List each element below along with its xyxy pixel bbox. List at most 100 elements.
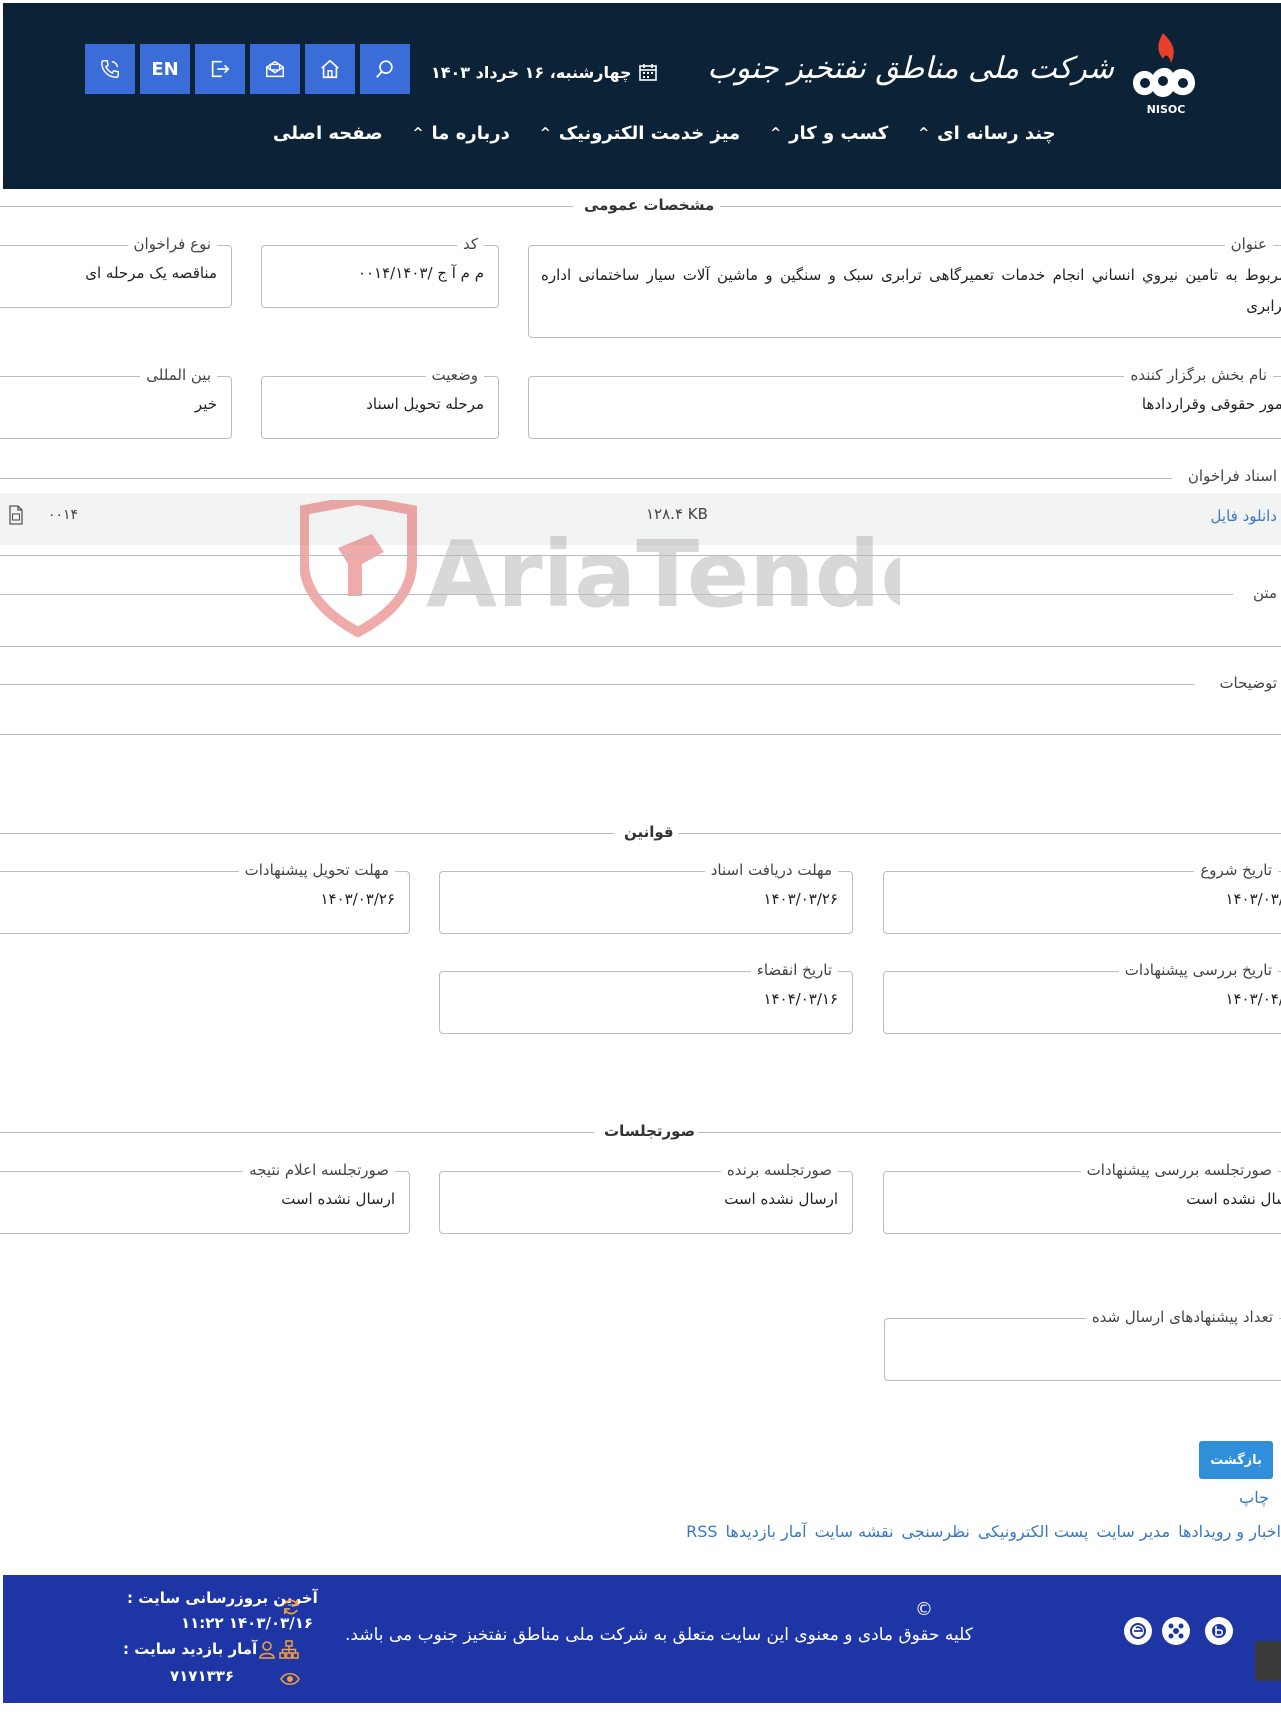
divider bbox=[0, 646, 1281, 647]
subject-field: عنوان مربوط به تامین نیروي انساني انجام … bbox=[528, 235, 1281, 338]
deliver-deadline-value: ۱۴۰۳/۰۳/۲۶ bbox=[320, 890, 395, 908]
nav-item-multimedia[interactable]: چند رسانه ای ^ bbox=[918, 123, 1055, 144]
social-link-eitaa[interactable] bbox=[1124, 1617, 1152, 1645]
divider bbox=[0, 684, 1195, 685]
current-date: چهارشنبه، ۱۶ خرداد ۱۴۰۳ bbox=[431, 59, 658, 85]
deliver-deadline-field: مهلت تحویل پیشنهادات ۱۴۰۳/۰۳/۲۶ bbox=[0, 861, 410, 934]
start-date-value: ۱۴۰۳/۰۳/۱۶ bbox=[1225, 890, 1281, 908]
nisoc-emblem-icon: NISOC bbox=[1133, 33, 1195, 115]
last-update-value: ۱۴۰۳/۰۳/۱۶ ۱۱:۲۲ bbox=[181, 1614, 314, 1632]
review-date-field: تاریخ بررسی پیشنهادات ۱۴۰۳/۰۴/۱۳ bbox=[883, 961, 1281, 1034]
file-code: ۰۰۱۴ bbox=[48, 507, 79, 523]
subject-label: عنوان bbox=[1224, 235, 1273, 253]
rules-section-title: قوانین bbox=[0, 823, 1281, 843]
file-icon[interactable] bbox=[8, 505, 24, 525]
divider bbox=[0, 734, 1281, 735]
scroll-top-widget[interactable] bbox=[1255, 1641, 1281, 1681]
copyright-symbol: © bbox=[915, 1599, 933, 1620]
home-button[interactable] bbox=[305, 44, 355, 94]
result-minutes-label: صورتجلسه اعلام نتیجه bbox=[243, 1161, 395, 1179]
organizer-value: امور حقوقی وقراردادها bbox=[1141, 395, 1281, 413]
mail-button[interactable] bbox=[250, 44, 300, 94]
tender-type-field: نوع فراخوان مناقصه یک مرحله ای bbox=[0, 235, 232, 308]
nav-item-e-services[interactable]: میز خدمت الکترونیک ^ bbox=[540, 123, 740, 144]
review-minutes-field: صورتجلسه بررسی پیشنهادات ارسال نشده است bbox=[883, 1161, 1281, 1234]
site-footer: آخرین بروزرسانی سایت : ۱۴۰۳/۰۳/۱۶ ۱۱:۲۲ … bbox=[3, 1575, 1281, 1703]
nav-item-about[interactable]: درباره ما ^ bbox=[413, 123, 510, 144]
divider bbox=[0, 555, 1281, 556]
footer-link-email[interactable]: پست الکترونیکی bbox=[978, 1522, 1089, 1541]
contact-button[interactable] bbox=[85, 44, 135, 94]
footer-link-poll[interactable]: نظرسنجی bbox=[902, 1522, 970, 1541]
mail-icon bbox=[266, 60, 284, 78]
deliver-deadline-label: مهلت تحویل پیشنهادات bbox=[238, 861, 395, 879]
general-section-title: مشخصات عمومی bbox=[0, 196, 1281, 216]
international-label: بین المللی bbox=[140, 366, 217, 384]
chevron-up-icon: ^ bbox=[770, 126, 782, 141]
language-button[interactable]: EN bbox=[140, 44, 190, 94]
receive-deadline-field: مهلت دریافت اسناد ۱۴۰۳/۰۳/۲۶ bbox=[439, 861, 853, 934]
chevron-up-icon: ^ bbox=[918, 126, 930, 141]
footer-link-sitemap[interactable]: نقشه سایت bbox=[815, 1522, 894, 1541]
date-text: چهارشنبه، ۱۶ خرداد ۱۴۰۳ bbox=[431, 62, 632, 82]
footer-link-news[interactable]: اخبار و رویدادها bbox=[1178, 1522, 1281, 1541]
proposal-count-value: ۰ bbox=[895, 1337, 1281, 1355]
logout-icon bbox=[211, 60, 230, 78]
social-link-bale[interactable] bbox=[1205, 1617, 1233, 1645]
receive-deadline-value: ۱۴۰۳/۰۳/۲۶ bbox=[763, 890, 838, 908]
docs-label: اسناد فراخوان bbox=[1181, 467, 1277, 485]
footer-link-site-admin[interactable]: مدیر سایت bbox=[1096, 1522, 1170, 1541]
international-field: بین المللی خیر bbox=[0, 366, 232, 439]
expire-date-value: ۱۴۰۴/۰۳/۱۶ bbox=[763, 990, 838, 1008]
search-icon bbox=[376, 60, 393, 78]
home-icon bbox=[321, 59, 339, 79]
divider bbox=[0, 478, 1172, 479]
bale-icon bbox=[1212, 1624, 1226, 1638]
status-label: وضعیت bbox=[425, 366, 484, 384]
logo-caption: NISOC bbox=[1147, 103, 1186, 115]
review-minutes-label: صورتجلسه بررسی پیشنهادات bbox=[1080, 1161, 1278, 1179]
proposal-count-label: تعداد پیشنهادهای ارسال شده bbox=[1085, 1308, 1279, 1326]
code-label: کد bbox=[456, 235, 484, 253]
phone-icon bbox=[101, 60, 119, 78]
code-field: کد م م آ ج /۰۰۱۴/۱۴۰۳ bbox=[261, 235, 499, 308]
download-file-link[interactable]: دانلود فایل bbox=[1211, 507, 1277, 525]
sitemap-icon bbox=[279, 1640, 299, 1659]
site-logo[interactable]: NISOC شرکت ملی مناطق نفتخیز جنوب bbox=[707, 29, 1209, 119]
nav-item-home[interactable]: صفحه اصلی bbox=[273, 123, 383, 144]
status-value: مرحله تحویل اسناد bbox=[366, 395, 484, 413]
expire-date-label: تاریخ انقضاء bbox=[750, 961, 838, 979]
winner-minutes-label: صورتجلسه برنده bbox=[720, 1161, 838, 1179]
winner-minutes-value: ارسال نشده است bbox=[724, 1190, 838, 1208]
header-toolbar: EN bbox=[85, 44, 410, 94]
social-link-aparat[interactable] bbox=[1162, 1617, 1190, 1645]
proposal-count-field: تعداد پیشنهادهای ارسال شده ۰ bbox=[884, 1308, 1281, 1381]
receive-deadline-label: مهلت دریافت اسناد bbox=[704, 861, 838, 879]
footer-link-stats[interactable]: آمار بازدیدها bbox=[726, 1522, 807, 1541]
nav-item-business[interactable]: کسب و کار ^ bbox=[770, 123, 888, 144]
site-header: NISOC شرکت ملی مناطق نفتخیز جنوب چهارشنب… bbox=[3, 3, 1281, 189]
eye-icon bbox=[280, 1672, 300, 1686]
review-date-value: ۱۴۰۳/۰۴/۱۳ bbox=[1225, 990, 1281, 1008]
copyright-text: کلیه حقوق مادی و معنوی این سایت متعلق به… bbox=[345, 1625, 973, 1645]
organizer-label: نام بخش برگزار کننده bbox=[1124, 366, 1273, 384]
review-date-label: تاریخ بررسی پیشنهادات bbox=[1118, 961, 1278, 979]
visits-label: آمار بازدید سایت : bbox=[123, 1640, 258, 1658]
logo-text: شرکت ملی مناطق نفتخیز جنوب bbox=[707, 51, 1114, 86]
start-date-label: تاریخ شروع bbox=[1194, 861, 1278, 879]
organizer-field: نام بخش برگزار کننده امور حقوقی وقرارداد… bbox=[528, 366, 1281, 439]
result-minutes-field: صورتجلسه اعلام نتیجه ارسال نشده است bbox=[0, 1161, 410, 1234]
start-date-field: تاریخ شروع ۱۴۰۳/۰۳/۱۶ bbox=[883, 861, 1281, 934]
divider bbox=[0, 594, 1233, 595]
back-button[interactable]: بازگشت bbox=[1199, 1441, 1273, 1479]
code-value: م م آ ج /۰۰۱۴/۱۴۰۳ bbox=[357, 264, 484, 282]
user-icon bbox=[259, 1641, 275, 1659]
search-button[interactable] bbox=[360, 44, 410, 94]
aparat-icon bbox=[1168, 1623, 1184, 1639]
login-button[interactable] bbox=[195, 44, 245, 94]
text-label: متن bbox=[1253, 584, 1277, 602]
eitaa-icon bbox=[1130, 1623, 1146, 1639]
minutes-section-title: صورتجلسات bbox=[0, 1122, 1281, 1142]
footer-link-rss[interactable]: RSS bbox=[686, 1522, 717, 1541]
print-link[interactable]: چاپ bbox=[1239, 1488, 1269, 1507]
